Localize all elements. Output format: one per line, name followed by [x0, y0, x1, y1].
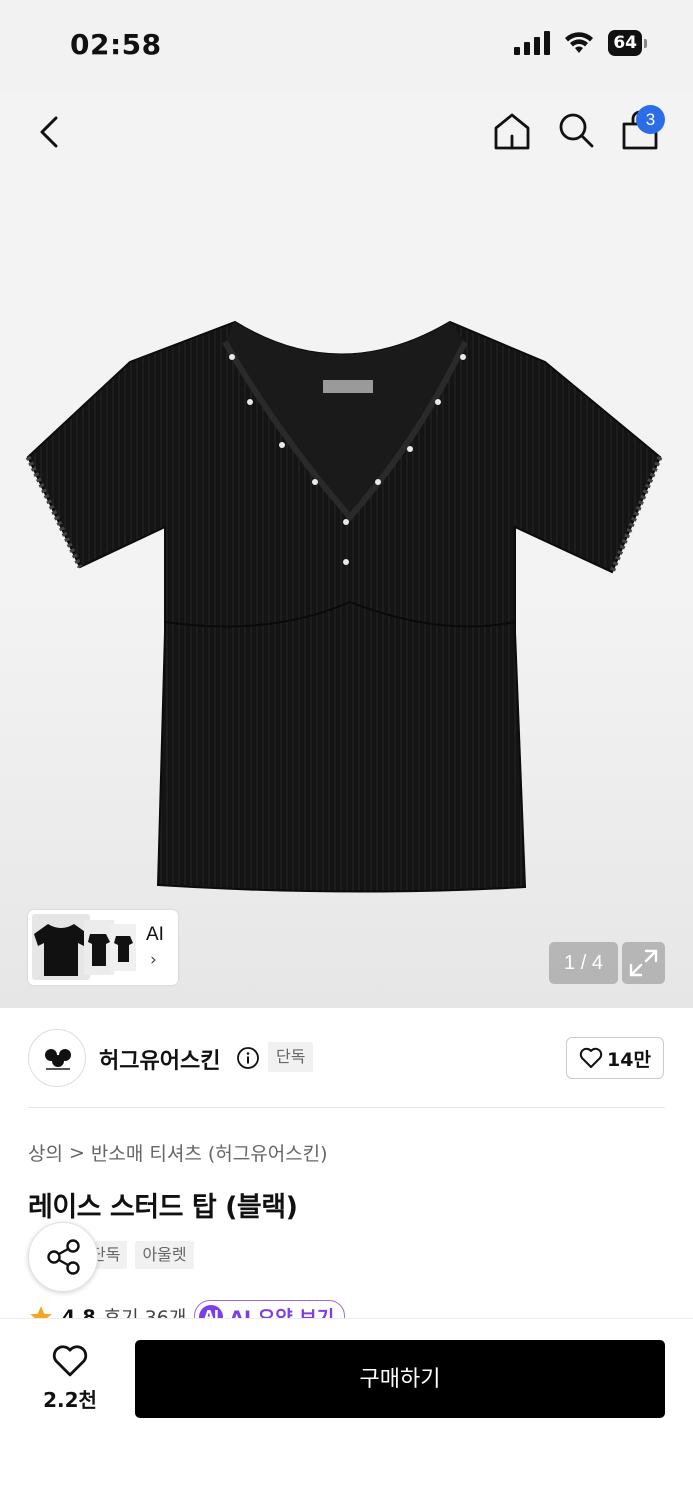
status-bar: 02:58 64: [0, 0, 693, 92]
thumbnail-3[interactable]: [110, 924, 136, 971]
brand-like-count: 14만: [607, 1048, 651, 1071]
image-page-counter: 1 / 4: [549, 942, 618, 984]
heart-icon: [579, 1047, 603, 1068]
expand-icon: [629, 949, 658, 977]
home-icon[interactable]: [491, 110, 533, 152]
brand-exclusive-tag: 단독: [268, 1042, 314, 1072]
breadcrumb: 상의 > 반소매 티셔츠 (허그유어스킨): [28, 1139, 328, 1166]
ai-thumbnail-strip[interactable]: AI ›: [28, 910, 178, 985]
status-icons: 64: [514, 30, 647, 56]
thumbnail-main[interactable]: [32, 914, 90, 980]
battery-icon: 64: [608, 30, 647, 56]
product-tags: 단독 아울렛: [84, 1241, 194, 1269]
share-button[interactable]: [28, 1222, 98, 1292]
brand-name[interactable]: 허그유어스킨: [99, 1043, 220, 1075]
breadcrumb-category[interactable]: 상의: [28, 1139, 63, 1166]
product-title: 레이스 스터드 탑 (블랙): [28, 1192, 298, 1223]
ai-summary-button[interactable]: AI AI 요약 보기: [194, 1300, 346, 1320]
info-icon[interactable]: [236, 1046, 260, 1070]
product-gallery[interactable]: 3 AI › 1 / 4: [0, 92, 693, 1008]
brand-like-button[interactable]: 14만: [566, 1037, 664, 1079]
chevron-right-icon: ›: [150, 950, 157, 970]
tag-outlet: 아울렛: [135, 1241, 194, 1269]
breadcrumb-subcategory[interactable]: 반소매 티셔츠 (허그유어스킨): [91, 1139, 328, 1166]
search-icon[interactable]: [556, 110, 596, 150]
brand-logo[interactable]: [28, 1029, 86, 1087]
cart-count-badge: 3: [636, 105, 665, 134]
buy-button[interactable]: 구매하기: [135, 1340, 665, 1418]
divider: [28, 1107, 665, 1108]
expand-button[interactable]: [622, 942, 665, 984]
share-icon: [47, 1239, 80, 1275]
product-image[interactable]: [20, 317, 675, 897]
breadcrumb-separator: >: [68, 1141, 85, 1164]
status-time: 02:58: [70, 28, 162, 61]
wifi-icon: [565, 32, 594, 53]
battery-level: 64: [608, 30, 642, 56]
heart-icon: [52, 1345, 88, 1377]
back-icon[interactable]: [30, 112, 70, 152]
wishlist-button[interactable]: 2.2천: [30, 1342, 110, 1416]
ai-label: AI: [146, 924, 164, 945]
signal-icon: [514, 31, 551, 55]
rating-row: 4.8 후기 36개 AI AI 요약 보기: [28, 1298, 668, 1320]
wishlist-count: 2.2천: [43, 1388, 97, 1412]
